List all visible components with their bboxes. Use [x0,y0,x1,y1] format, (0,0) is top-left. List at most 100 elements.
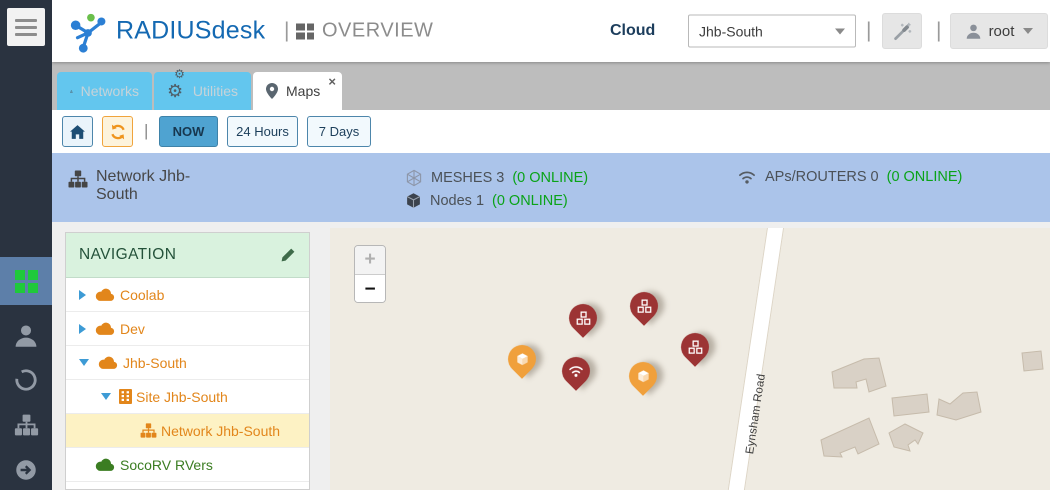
mesh-hexagon-icon [405,169,423,187]
cloud-label: Cloud [610,22,655,40]
tab-maps[interactable]: Maps × [253,72,342,110]
cloud-select-value: Jhb-South [699,23,763,39]
node-icon [508,345,536,373]
tab-networks[interactable]: Networks [57,72,152,110]
map-marker-node[interactable] [623,356,663,396]
dashboard-grid-icon [15,270,38,293]
caret-down-icon [1023,28,1033,34]
close-icon[interactable]: × [328,75,336,88]
stat-online: (0 ONLINE) [512,170,588,186]
rail-item-dashboard[interactable] [0,257,52,305]
wifi-icon [737,169,757,185]
mesh-icon [630,292,658,320]
pencil-icon[interactable] [280,247,296,263]
marker-layer [330,228,1050,490]
expander-collapsed-icon[interactable] [79,324,86,334]
map-zoom-control: + − [354,245,386,303]
sitemap-icon [14,414,39,436]
node-icon [629,362,657,390]
stat-label: APs/ROUTERS 0 [765,169,879,185]
days7-button[interactable]: 7 Days [307,116,371,147]
mesh-icon [681,333,709,361]
rail-item-activity[interactable] [0,356,52,404]
refresh-button[interactable] [102,116,133,147]
wizard-button[interactable] [882,13,922,49]
rail-item-network[interactable] [0,401,52,449]
nav-item-label: Jhb-South [123,355,187,371]
cloud-icon [94,458,116,472]
overview-grid-icon [296,23,314,39]
rail-item-users[interactable] [0,312,52,360]
navigation-panel: NAVIGATION Coolab Dev Jhb-South [65,232,310,490]
zoom-in-button[interactable]: + [355,246,385,275]
user-menu-button[interactable]: root [950,13,1048,49]
stat-online: (0 ONLINE) [492,193,568,209]
toolbar-separator: | [144,121,148,141]
zoom-out-button[interactable]: − [355,275,385,303]
network-info-bar: Network Jhb-South MESHES 3 (0 ONLINE) No… [52,153,1050,222]
dropdown-caret-icon [835,28,845,34]
tab-label: Utilities [193,83,238,99]
stat-label: Nodes 1 [430,193,484,209]
nav-item-jhb-south[interactable]: Jhb-South [66,346,309,380]
ring-icon [13,367,39,393]
nav-item-network-jhb-south[interactable]: Network Jhb-South [66,414,309,448]
expander-expanded-icon[interactable] [79,359,89,366]
nav-item-label: Dev [120,321,145,337]
wifi-icon [562,357,590,385]
nav-item-coolab[interactable]: Coolab [66,278,309,312]
tab-label: Networks [81,83,139,99]
navigation-title: NAVIGATION [79,246,176,264]
cloud-select[interactable]: Jhb-South [688,15,856,48]
building-icon [119,389,132,404]
cloud-icon [94,288,116,302]
nav-item-socorv-rvers[interactable]: SocoRV RVers [66,448,309,482]
nodes-stat: Nodes 1 (0 ONLINE) [405,192,568,209]
expander-collapsed-icon[interactable] [79,290,86,300]
sitemap-icon [70,84,73,99]
map-marker-node[interactable] [502,339,542,379]
map-marker-mesh[interactable] [563,298,603,338]
gears-icon: ⚙⚙ [167,82,185,100]
nav-item-south-africa[interactable]: South Africa [66,482,309,490]
network-title: Network Jhb-South [96,168,224,205]
refresh-icon [109,123,127,141]
left-rail [0,0,52,490]
mesh-icon [569,304,597,332]
aps-stat: APs/ROUTERS 0 (0 ONLINE) [737,169,962,185]
app-header: RADIUSdesk | OVERVIEW Cloud Jhb-South | … [52,0,1050,62]
user-icon [965,23,982,40]
home-icon [69,124,86,140]
map-marker-wifi[interactable] [556,351,596,391]
nav-item-site-jhb-south[interactable]: Site Jhb-South [66,380,309,414]
header-separator: | [936,19,941,43]
radiusdesk-logo-icon [68,9,110,53]
stat-label: MESHES 3 [431,170,504,186]
menu-icon[interactable] [7,8,45,46]
arrow-circle-icon [13,457,39,483]
tab-label: Maps [286,83,320,99]
now-button[interactable]: NOW [159,116,218,147]
cube-icon [405,192,422,209]
magic-wand-icon [892,21,913,42]
nav-item-label: Network Jhb-South [161,423,280,439]
stat-online: (0 ONLINE) [887,169,963,185]
nav-item-label: SocoRV RVers [120,457,213,473]
meshes-stat: MESHES 3 (0 ONLINE) [405,169,588,187]
hours24-button[interactable]: 24 Hours [227,116,298,147]
rail-item-exit[interactable] [0,446,52,490]
nav-item-dev[interactable]: Dev [66,312,309,346]
expander-expanded-icon[interactable] [101,393,111,400]
navigation-header: NAVIGATION [66,233,309,278]
radiusdesk-app: { "header": { "app_name": "RADIUSdesk", … [0,0,1050,490]
nav-item-label: Coolab [120,287,164,303]
map-marker-mesh[interactable] [624,286,664,326]
map-canvas[interactable]: Eynsham Road + − [330,228,1050,490]
user-icon [13,323,39,349]
map-toolbar: | NOW 24 Hours 7 Days [52,110,1050,153]
home-button[interactable] [62,116,93,147]
tab-bar: Networks ⚙⚙ Utilities Maps × [52,62,1050,110]
map-marker-mesh[interactable] [675,327,715,367]
tab-utilities[interactable]: ⚙⚙ Utilities [154,72,251,110]
cloud-icon [94,322,116,336]
